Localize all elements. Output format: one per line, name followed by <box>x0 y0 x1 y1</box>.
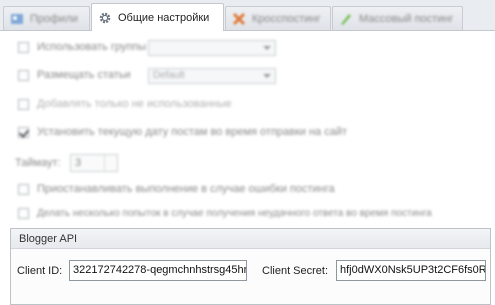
tab-crossposting[interactable]: Кросспостинг <box>225 6 331 30</box>
client-secret-field[interactable]: hfj0dWX0Nsk5UP3t2CF6fs0R <box>336 260 486 281</box>
tab-label: Общие настройки <box>118 11 210 24</box>
client-id-label: Client ID: <box>17 265 63 277</box>
retry-label: Делать несколько попыток в случае получе… <box>37 208 432 219</box>
group-title: Blogger API <box>11 229 490 249</box>
post-placement-checkbox[interactable] <box>18 69 29 81</box>
add-unused-label: Добавлять только не использованные <box>37 98 232 110</box>
retry-row[interactable]: Делать несколько попыток в случае получе… <box>18 208 432 219</box>
use-groups-row[interactable]: Использовать группы <box>18 41 146 53</box>
chevron-down-icon <box>263 74 271 78</box>
tab-bar: Профили Общие настройки Кросспостинг Мас… <box>0 0 495 31</box>
add-unused-checkbox[interactable] <box>18 98 29 110</box>
pause-on-error-label: Приостанавливать выполнение в случае оши… <box>37 183 335 195</box>
client-id-field[interactable]: 322172742278-qegmchnhstrsg45hru <box>69 260 247 281</box>
set-current-date-row[interactable]: Установить текущую дату постам во время … <box>18 126 347 138</box>
post-placement-select[interactable]: Default <box>148 68 276 84</box>
chevron-down-icon <box>263 46 271 50</box>
use-groups-select[interactable] <box>148 40 276 56</box>
retry-checkbox[interactable] <box>18 208 29 219</box>
client-secret-label: Client Secret: <box>262 265 329 277</box>
timeout-value: 3 <box>75 157 82 169</box>
post-placement-value: Default <box>153 70 185 81</box>
set-current-date-checkbox[interactable] <box>18 126 29 138</box>
tab-mass-posting[interactable]: Массовый постинг <box>332 6 463 30</box>
tab-label: Профили <box>30 12 78 25</box>
pause-on-error-row[interactable]: Приостанавливать выполнение в случае оши… <box>18 183 335 195</box>
tab-profiles[interactable]: Профили <box>3 6 90 30</box>
timeout-label: Таймаут: <box>15 157 61 169</box>
post-placement-row[interactable]: Размещать статьи <box>18 69 131 81</box>
general-settings-panel: Использовать группы Размещать статьи Def… <box>0 30 495 305</box>
tab-label: Кросспостинг <box>252 12 321 25</box>
use-groups-checkbox[interactable] <box>18 41 29 53</box>
gear-icon <box>98 11 112 25</box>
set-current-date-label: Установить текущую дату постам во время … <box>37 126 348 138</box>
tab-general-settings[interactable]: Общие настройки <box>91 3 224 31</box>
pause-on-error-checkbox[interactable] <box>18 183 29 195</box>
use-groups-label: Использовать группы <box>37 41 147 53</box>
stepper-buttons[interactable] <box>104 155 117 171</box>
profiles-icon <box>10 12 24 26</box>
add-unused-row[interactable]: Добавлять только не использованные <box>18 98 232 110</box>
timeout-row: Таймаут: <box>15 157 61 169</box>
timeout-stepper[interactable]: 3 <box>70 154 118 172</box>
mass-post-icon <box>339 12 353 26</box>
blogger-api-group: Blogger API Client ID: 322172742278-qegm… <box>10 228 491 305</box>
post-placement-label: Размещать статьи <box>37 69 131 81</box>
tab-label: Массовый постинг <box>359 12 454 25</box>
crosspost-icon <box>232 12 246 26</box>
